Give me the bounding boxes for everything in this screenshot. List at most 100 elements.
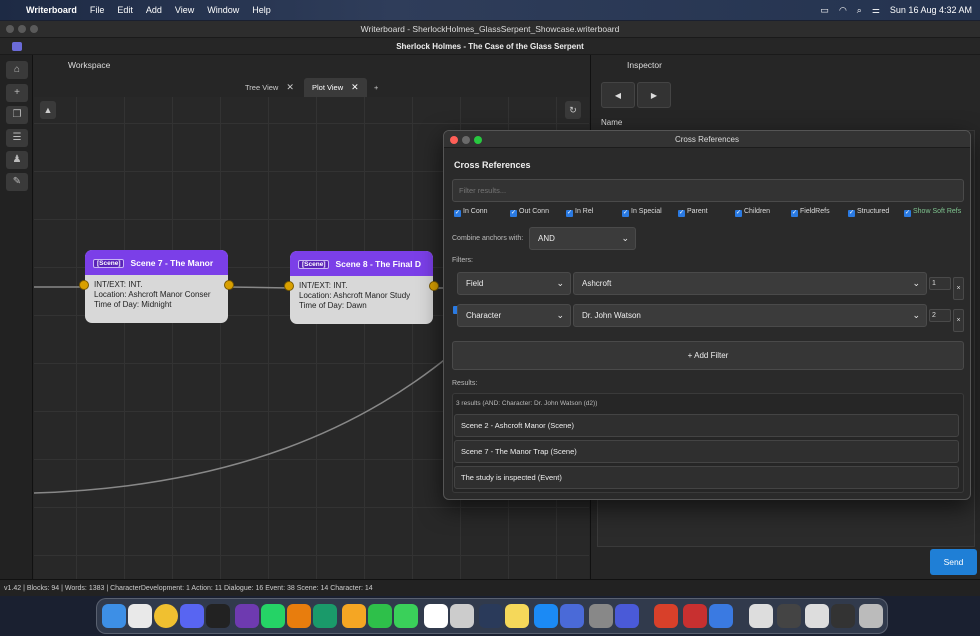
node-body: INT/EXT: INT. Location: Ashcroft Manor S…: [290, 276, 433, 316]
menu-app-name[interactable]: Writerboard: [26, 5, 77, 15]
app-icon[interactable]: [683, 604, 707, 628]
checkbox-parent[interactable]: ✓ Parent: [678, 208, 708, 217]
filter-count-stepper[interactable]: 1: [929, 277, 951, 290]
menu-file[interactable]: File: [90, 5, 105, 15]
close-window-button[interactable]: [6, 25, 14, 33]
filter-field-select[interactable]: Field ⌄: [457, 272, 571, 295]
search-icon[interactable]: ⌕: [857, 5, 862, 16]
close-tab-icon[interactable]: ✕: [351, 82, 359, 92]
minimize-window-button[interactable]: [462, 136, 470, 144]
terminal-icon[interactable]: [206, 604, 230, 628]
checkbox-out-conn[interactable]: ✓ Out Conn: [510, 208, 549, 217]
zoom-window-button[interactable]: [30, 25, 38, 33]
photos-icon[interactable]: [342, 604, 366, 628]
list-icon[interactable]: ☰: [6, 129, 28, 147]
launchpad-icon[interactable]: [128, 604, 152, 628]
filter-results-input[interactable]: [452, 179, 964, 202]
app-icon[interactable]: [479, 604, 503, 628]
menu-view[interactable]: View: [175, 5, 194, 15]
writerboard-icon[interactable]: [615, 604, 639, 628]
check-icon: ✓: [848, 210, 855, 217]
checkbox-show-soft-refs[interactable]: ✓ Show Soft Refs: [904, 208, 961, 217]
checkbox-in-conn[interactable]: ✓ In Conn: [454, 208, 488, 217]
facetime-icon[interactable]: [368, 604, 392, 628]
document-icon[interactable]: [805, 604, 829, 628]
qc-icon[interactable]: [313, 604, 337, 628]
filter-count-stepper[interactable]: 2: [929, 309, 951, 322]
filter-field-select[interactable]: Character ⌄: [457, 304, 571, 327]
send-button[interactable]: Send: [930, 549, 977, 575]
github-icon[interactable]: [235, 604, 259, 628]
tab-tree-view[interactable]: Tree View ✕: [237, 78, 302, 97]
checkbox-in-rel[interactable]: ✓ In Rel: [566, 208, 593, 217]
result-item[interactable]: The study is inspected (Event): [454, 466, 959, 489]
filter-value-select[interactable]: Ashcroft ⌄: [573, 272, 927, 295]
battery-icon[interactable]: ▭: [820, 5, 829, 16]
contacts-icon[interactable]: [450, 604, 474, 628]
menu-edit[interactable]: Edit: [117, 5, 133, 15]
add-tab-button[interactable]: +: [366, 78, 386, 97]
discord-icon[interactable]: [180, 604, 204, 628]
document-icon[interactable]: [831, 604, 855, 628]
checkbox-in-special[interactable]: ✓ In Special: [622, 208, 662, 217]
add-filter-button[interactable]: + Add Filter: [452, 341, 964, 370]
chrome-icon[interactable]: [154, 604, 178, 628]
finder-icon[interactable]: [102, 604, 126, 628]
filter-value-select[interactable]: Dr. John Watson ⌄: [573, 304, 927, 327]
result-item[interactable]: Scene 2 - Ashcroft Manor (Scene): [454, 414, 959, 437]
checkbox-children[interactable]: ✓ Children: [735, 208, 770, 217]
close-window-button[interactable]: [450, 136, 458, 144]
prev-button[interactable]: ◀: [601, 82, 635, 108]
filter-value: Dr. John Watson: [582, 311, 641, 320]
app-icon[interactable]: [654, 604, 678, 628]
home-icon[interactable]: ⌂: [6, 61, 28, 79]
check-icon: ✓: [791, 210, 798, 217]
next-button[interactable]: ▶: [637, 82, 671, 108]
app-icon[interactable]: [560, 604, 584, 628]
menu-add[interactable]: Add: [146, 5, 162, 15]
wifi-icon[interactable]: ◠: [839, 5, 847, 16]
chevron-down-icon: ⌄: [912, 278, 920, 288]
app-store-icon[interactable]: [534, 604, 558, 628]
checkbox-label: In Rel: [575, 208, 594, 215]
zoom-window-button[interactable]: [474, 136, 482, 144]
workspace-header: Workspace: [34, 55, 589, 75]
tab-plot-view[interactable]: Plot View ✕: [304, 78, 367, 97]
layers-icon[interactable]: ❐: [6, 106, 28, 124]
close-tab-icon[interactable]: ✕: [286, 82, 294, 92]
combine-select[interactable]: AND ⌄: [529, 227, 636, 250]
scene-node[interactable]: [Scene] Scene 7 - The Manor INT/EXT: INT.…: [79, 250, 234, 323]
result-item[interactable]: Scene 7 - The Manor Trap (Scene): [454, 440, 959, 463]
calendar-icon[interactable]: [424, 604, 448, 628]
scene-node[interactable]: [Scene] Scene 8 - The Final D INT/EXT: IN…: [284, 251, 439, 324]
characters-icon[interactable]: ♟: [6, 151, 28, 169]
input-port[interactable]: [79, 280, 89, 290]
menu-window[interactable]: Window: [207, 5, 239, 15]
output-port[interactable]: [429, 281, 439, 291]
trash-icon[interactable]: [859, 604, 883, 628]
check-icon: ✓: [566, 210, 573, 217]
document-icon[interactable]: [749, 604, 773, 628]
notes-icon[interactable]: ✎: [6, 173, 28, 191]
document-icon[interactable]: [777, 604, 801, 628]
blender-icon[interactable]: [287, 604, 311, 628]
input-port[interactable]: [284, 281, 294, 291]
inspector-title: Inspector: [627, 60, 662, 70]
remove-filter-button[interactable]: ×: [953, 277, 964, 300]
add-block-icon[interactable]: +: [6, 84, 28, 102]
output-port[interactable]: [224, 280, 234, 290]
minimize-window-button[interactable]: [18, 25, 26, 33]
whatsapp-icon[interactable]: [261, 604, 285, 628]
combine-value: AND: [538, 234, 555, 243]
clock[interactable]: Sun 16 Aug 4:32 AM: [890, 5, 972, 15]
menu-help[interactable]: Help: [252, 5, 271, 15]
notes-app-icon[interactable]: [505, 604, 529, 628]
window-title: Writerboard - SherlockHolmes_GlassSerpen…: [360, 24, 620, 34]
checkbox-fieldrefs[interactable]: ✓ FieldRefs: [791, 208, 830, 217]
control-center-icon[interactable]: ⚌: [872, 5, 880, 16]
phone-icon[interactable]: [394, 604, 418, 628]
system-settings-icon[interactable]: [589, 604, 613, 628]
remove-filter-button[interactable]: ×: [953, 309, 964, 332]
checkbox-structured[interactable]: ✓ Structured: [848, 208, 889, 217]
preview-icon[interactable]: [709, 604, 733, 628]
